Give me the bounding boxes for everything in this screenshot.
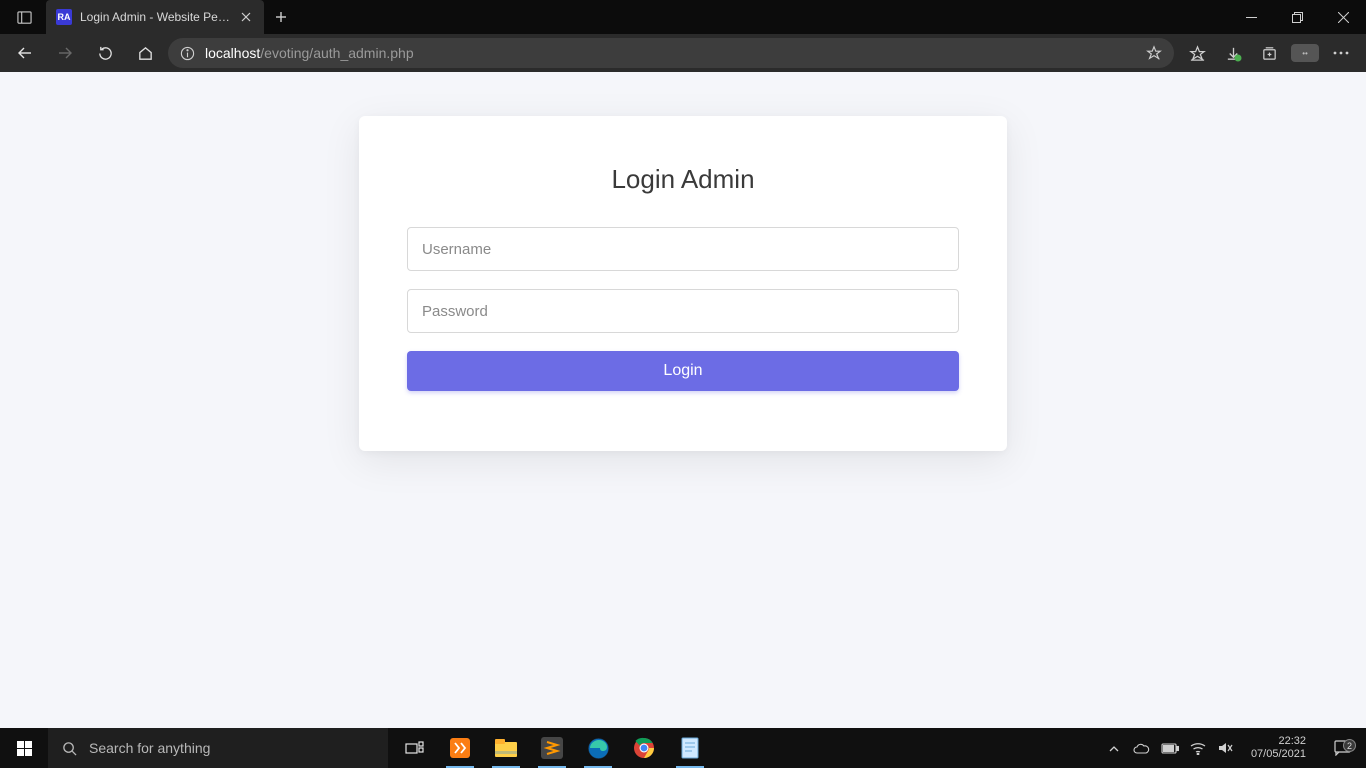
taskbar-app-sublime[interactable] — [530, 728, 574, 768]
tray-wifi-icon[interactable] — [1189, 742, 1207, 755]
taskbar-app-edge[interactable] — [576, 728, 620, 768]
windows-taskbar: Search for anything — [0, 728, 1366, 768]
login-card: Login Admin Login — [359, 116, 1007, 451]
taskbar-pinned — [392, 728, 712, 768]
tray-volume-icon[interactable] — [1217, 741, 1235, 755]
downloads-button[interactable] — [1216, 38, 1250, 68]
menu-button[interactable] — [1324, 38, 1358, 68]
tray-overflow-button[interactable] — [1105, 745, 1123, 752]
window-controls — [1228, 0, 1366, 34]
page-viewport: Login Admin Login — [0, 72, 1366, 728]
address-path: /evoting/auth_admin.php — [260, 45, 413, 61]
browser-chrome: RA Login Admin - Website Pemilihan — [0, 0, 1366, 72]
password-input[interactable] — [407, 289, 959, 333]
tab-title: Login Admin - Website Pemilihan — [80, 10, 230, 24]
window-maximize-button[interactable] — [1274, 0, 1320, 34]
browser-toolbar: localhost/evoting/auth_admin.php •• — [0, 34, 1366, 72]
profile-button[interactable]: •• — [1288, 38, 1322, 68]
address-host: localhost — [205, 45, 260, 61]
login-title: Login Admin — [407, 164, 959, 195]
search-icon — [62, 741, 77, 756]
site-info-icon[interactable] — [180, 46, 195, 61]
notification-badge: 2 — [1343, 739, 1356, 752]
taskbar-app-explorer[interactable] — [484, 728, 528, 768]
collections-button[interactable] — [1252, 38, 1286, 68]
taskbar-search-placeholder: Search for anything — [89, 740, 210, 756]
back-button[interactable] — [8, 38, 42, 68]
toolbar-right: •• — [1180, 38, 1358, 68]
login-button[interactable]: Login — [407, 351, 959, 391]
taskbar-app-chrome[interactable] — [622, 728, 666, 768]
windows-logo-icon — [17, 741, 32, 756]
system-tray: 22:32 07/05/2021 2 — [1105, 728, 1366, 768]
tray-time: 22:32 — [1251, 735, 1306, 748]
tracking-prevention-icon[interactable] — [1146, 45, 1162, 61]
tray-battery-icon[interactable] — [1161, 743, 1179, 754]
favorites-button[interactable] — [1180, 38, 1214, 68]
tab-strip: RA Login Admin - Website Pemilihan — [0, 0, 1366, 34]
tray-clock[interactable]: 22:32 07/05/2021 — [1245, 735, 1312, 761]
taskbar-app-xampp[interactable] — [438, 728, 482, 768]
start-button[interactable] — [0, 728, 48, 768]
window-close-button[interactable] — [1320, 0, 1366, 34]
forward-button[interactable] — [48, 38, 82, 68]
task-view-button[interactable] — [392, 728, 436, 768]
reload-button[interactable] — [88, 38, 122, 68]
home-button[interactable] — [128, 38, 162, 68]
taskbar-search[interactable]: Search for anything — [48, 728, 388, 768]
address-text: localhost/evoting/auth_admin.php — [205, 45, 414, 61]
tab-close-button[interactable] — [238, 9, 254, 25]
taskbar-app-notepad[interactable] — [668, 728, 712, 768]
username-input[interactable] — [407, 227, 959, 271]
window-minimize-button[interactable] — [1228, 0, 1274, 34]
browser-tab[interactable]: RA Login Admin - Website Pemilihan — [46, 0, 264, 34]
address-bar[interactable]: localhost/evoting/auth_admin.php — [168, 38, 1174, 68]
tray-onedrive-icon[interactable] — [1133, 742, 1151, 754]
tab-favicon: RA — [56, 9, 72, 25]
tab-actions-button[interactable] — [6, 0, 42, 34]
action-center-button[interactable]: 2 — [1322, 740, 1362, 756]
new-tab-button[interactable] — [264, 0, 298, 34]
tray-date: 07/05/2021 — [1251, 748, 1306, 761]
